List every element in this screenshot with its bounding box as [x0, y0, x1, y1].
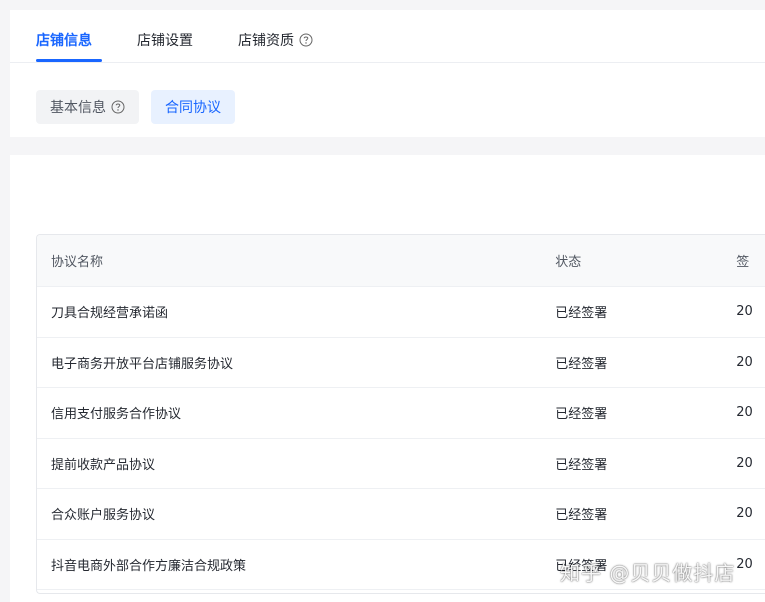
table-row[interactable]: 提前收款产品协议 已经签署 20	[37, 438, 765, 489]
help-icon[interactable]	[111, 100, 125, 114]
agreement-date: 20	[736, 354, 753, 370]
watermark: 知乎 @贝贝做抖店	[560, 561, 736, 585]
tab-shop-info[interactable]: 店铺信息	[36, 30, 92, 50]
tab-label: 店铺资质	[238, 33, 294, 49]
agreement-name: 合众账户服务协议	[51, 508, 156, 524]
column-header-status: 状态	[555, 255, 582, 270]
agreement-name: 抖音电商外部合作方廉洁合规政策	[51, 558, 247, 574]
table-row[interactable]: 电子商务开放平台店铺服务协议 已经签署 20	[37, 337, 765, 388]
agreement-date: 20	[736, 506, 753, 522]
agreement-status: 已经签署	[555, 407, 608, 423]
agreement-name: 刀具合规经营承诺函	[51, 306, 169, 322]
agreement-date: 20	[736, 304, 753, 320]
active-tab-indicator	[36, 59, 102, 62]
tab-label: 店铺信息	[36, 33, 92, 49]
table-row[interactable]: 信用支付服务合作协议 已经签署 20	[37, 388, 765, 439]
subtab-basic-info[interactable]: 基本信息	[36, 90, 139, 124]
sub-tabs: 基本信息 合同协议	[36, 90, 235, 124]
agreement-status: 已经签署	[555, 508, 608, 524]
shop-header-card: 店铺信息 店铺设置 店铺资质 基本信息 合同协议	[10, 10, 765, 137]
main-tabs: 店铺信息 店铺设置 店铺资质	[10, 10, 765, 63]
subtab-contract-agreement[interactable]: 合同协议	[151, 90, 235, 124]
agreement-status: 已经签署	[555, 356, 608, 372]
table-row[interactable]: 合众账户服务协议 已经签署 20	[37, 489, 765, 540]
subtab-label: 合同协议	[165, 100, 221, 116]
tab-shop-settings[interactable]: 店铺设置	[137, 30, 193, 50]
agreement-date: 20	[736, 455, 753, 471]
tab-label: 店铺设置	[137, 33, 193, 49]
agreement-date: 20	[736, 405, 753, 421]
agreement-status: 已经签署	[555, 306, 608, 322]
column-header-name: 协议名称	[51, 255, 104, 270]
agreements-table: 协议名称 状态 签 刀具合规经营承诺函 已经签署 20 电子商务开放平台店铺服务…	[36, 234, 765, 594]
help-icon[interactable]	[299, 33, 313, 47]
table-header: 协议名称 状态 签	[37, 235, 765, 287]
table-row[interactable]: 刀具合规经营承诺函 已经签署 20	[37, 287, 765, 338]
column-header-date: 签	[736, 255, 750, 270]
agreement-date: 20	[736, 556, 753, 572]
tab-shop-qualification[interactable]: 店铺资质	[238, 30, 313, 50]
agreement-name: 信用支付服务合作协议	[51, 407, 182, 423]
contract-list-card: 协议名称 状态 签 刀具合规经营承诺函 已经签署 20 电子商务开放平台店铺服务…	[10, 155, 765, 602]
agreement-name: 提前收款产品协议	[51, 457, 156, 473]
agreement-status: 已经签署	[555, 457, 608, 473]
subtab-label: 基本信息	[50, 100, 106, 116]
agreement-name: 电子商务开放平台店铺服务协议	[51, 356, 234, 372]
